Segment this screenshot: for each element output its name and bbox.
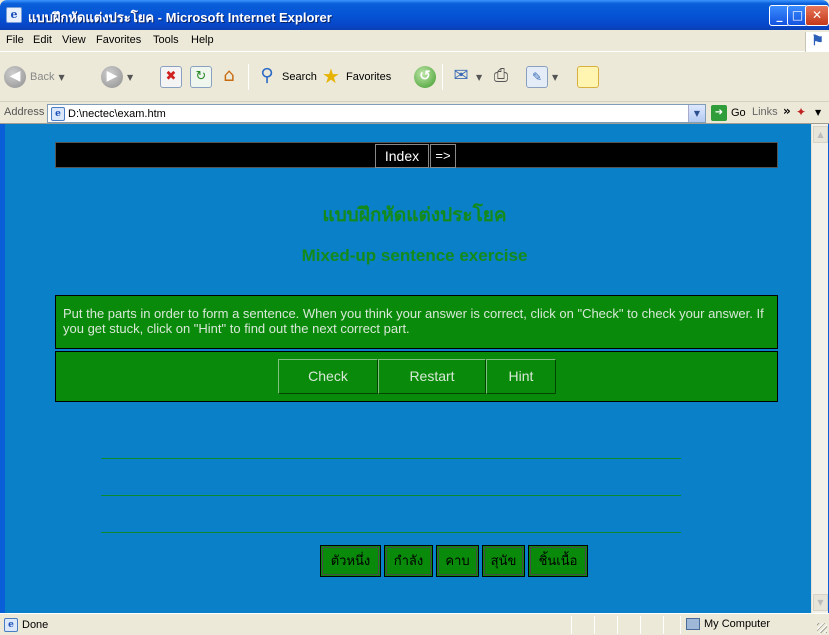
menu-view[interactable]: View <box>62 34 86 46</box>
search-button[interactable]: ⚲ Search <box>256 65 317 88</box>
status-divider <box>640 616 641 634</box>
instructions-panel: Put the parts in order to form a sentenc… <box>55 295 778 349</box>
links-label[interactable]: Links <box>752 106 778 118</box>
chevron-down-icon[interactable]: ▼ <box>815 108 821 117</box>
index-button[interactable]: Index <box>375 144 429 168</box>
history-icon: ↺ <box>414 66 436 88</box>
home-icon: ⌂ <box>223 65 235 86</box>
status-bar: e Done My Computer <box>0 613 829 635</box>
address-field[interactable]: e ▼ <box>47 104 706 123</box>
menu-edit[interactable]: Edit <box>33 34 52 46</box>
chevron-right-icon[interactable]: » <box>783 104 791 118</box>
word-tile-label: สุนัข <box>484 547 523 575</box>
resize-grip-icon[interactable] <box>817 623 827 633</box>
status-divider <box>617 616 618 634</box>
favorites-label: Favorites <box>346 71 392 83</box>
refresh-button[interactable]: ↻ <box>190 66 212 88</box>
status-text: Done <box>22 619 49 631</box>
page-done-icon: e <box>4 618 18 632</box>
scroll-up-icon[interactable]: ▲ <box>813 126 828 143</box>
check-button[interactable]: Check <box>278 359 378 394</box>
go-label: Go <box>731 107 746 119</box>
next-button[interactable]: => <box>430 144 456 168</box>
title-bar: e แบบฝึกหัดแต่งประโยค - Microsoft Intern… <box>0 0 829 30</box>
history-button[interactable]: ↺ <box>414 66 436 88</box>
zone-label: My Computer <box>704 618 771 630</box>
print-icon: ⎙ <box>493 65 509 86</box>
page-title-thai: แบบฝึกหัดแต่งประโยค <box>322 204 507 226</box>
security-zone: My Computer <box>686 618 770 630</box>
close-button[interactable]: ✕ <box>805 5 829 26</box>
word-tile-label: ตัวหนึ่ง <box>322 547 379 575</box>
window-title: แบบฝึกหัดแต่งประโยค - Microsoft Internet… <box>28 10 332 25</box>
word-tile[interactable]: กำลัง <box>384 545 433 577</box>
answer-line <box>101 532 681 533</box>
address-dropdown-icon[interactable]: ▼ <box>688 105 705 122</box>
word-tile[interactable]: ชิ้นเนื้อ <box>528 545 588 577</box>
forward-button[interactable]: ▶ ▼ <box>101 66 133 88</box>
word-tile[interactable]: ตัวหนึ่ง <box>320 545 381 577</box>
page-icon: e <box>51 106 65 121</box>
stop-icon: ✖ <box>160 66 182 88</box>
mail-icon: ✉ <box>453 65 469 86</box>
refresh-icon: ↻ <box>190 66 212 88</box>
address-label: Address <box>4 106 45 118</box>
address-bar: Address e ▼ ➜ Go Links » ✦ ▼ <box>0 102 829 124</box>
search-icon: ⚲ <box>260 65 274 86</box>
back-arrow-icon: ◀ <box>4 66 26 88</box>
forward-arrow-icon: ▶ <box>101 66 123 88</box>
chevron-down-icon: ▼ <box>476 72 483 82</box>
note-icon <box>577 66 599 88</box>
toolbar-divider <box>442 64 443 90</box>
toolbar: ◀ Back ▼ ▶ ▼ ✖ ↻ ⌂ ⚲ Search ★ Favorites … <box>0 52 829 102</box>
chevron-down-icon: ▼ <box>552 72 559 82</box>
word-tile[interactable]: สุนัข <box>482 545 525 577</box>
edit-icon: ✎ <box>526 66 548 88</box>
word-tile-label: ชิ้นเนื้อ <box>530 547 586 575</box>
mail-button[interactable]: ✉ ▼ <box>450 66 482 88</box>
print-button[interactable]: ⎙ <box>490 66 512 88</box>
menu-favorites[interactable]: Favorites <box>96 34 141 46</box>
vertical-scrollbar[interactable]: ▲ ▼ <box>811 124 828 613</box>
menu-help[interactable]: Help <box>191 34 214 46</box>
menu-file[interactable]: File <box>6 34 24 46</box>
chevron-down-icon: ▼ <box>58 72 65 82</box>
status-divider <box>663 616 664 634</box>
button-panel: Check Restart Hint <box>55 351 778 402</box>
home-button[interactable]: ⌂ <box>218 66 240 88</box>
go-arrow-icon: ➜ <box>711 105 727 121</box>
status-divider <box>680 616 681 634</box>
word-tile-label: คาบ <box>438 547 477 575</box>
back-label: Back <box>30 71 55 83</box>
go-button[interactable]: ➜ Go <box>711 105 746 121</box>
toolbar-divider <box>248 64 249 90</box>
word-tile[interactable]: คาบ <box>436 545 479 577</box>
translate-icon[interactable]: ✦ <box>796 105 814 121</box>
hint-button[interactable]: Hint <box>486 359 556 394</box>
answer-line <box>101 458 681 459</box>
discuss-button[interactable] <box>577 66 599 88</box>
star-icon: ★ <box>322 64 340 88</box>
search-label: Search <box>282 71 317 83</box>
page-title-english: Mixed-up sentence exercise <box>301 246 528 265</box>
favorites-button[interactable]: ★ Favorites <box>320 66 391 88</box>
address-input[interactable] <box>68 107 678 120</box>
chevron-down-icon: ▼ <box>127 72 134 82</box>
status-divider <box>571 616 572 634</box>
exercise-nav-bar: Index => <box>55 142 778 168</box>
answer-line <box>101 495 681 496</box>
windows-logo-icon: ⚑ <box>805 32 829 52</box>
menu-tools[interactable]: Tools <box>153 34 179 46</box>
status-divider <box>594 616 595 634</box>
menu-bar: File Edit View Favorites Tools Help ⚑ <box>0 30 829 52</box>
restart-button[interactable]: Restart <box>378 359 486 394</box>
stop-button[interactable]: ✖ <box>160 66 182 88</box>
edit-button[interactable]: ✎ ▼ <box>526 66 558 88</box>
instructions-text: Put the parts in order to form a sentenc… <box>63 306 764 336</box>
ie-logo-icon: e <box>6 7 22 23</box>
computer-icon <box>686 618 700 630</box>
back-button[interactable]: ◀ Back ▼ <box>4 66 65 88</box>
word-tile-label: กำลัง <box>386 547 431 575</box>
scroll-down-icon[interactable]: ▼ <box>813 594 828 611</box>
